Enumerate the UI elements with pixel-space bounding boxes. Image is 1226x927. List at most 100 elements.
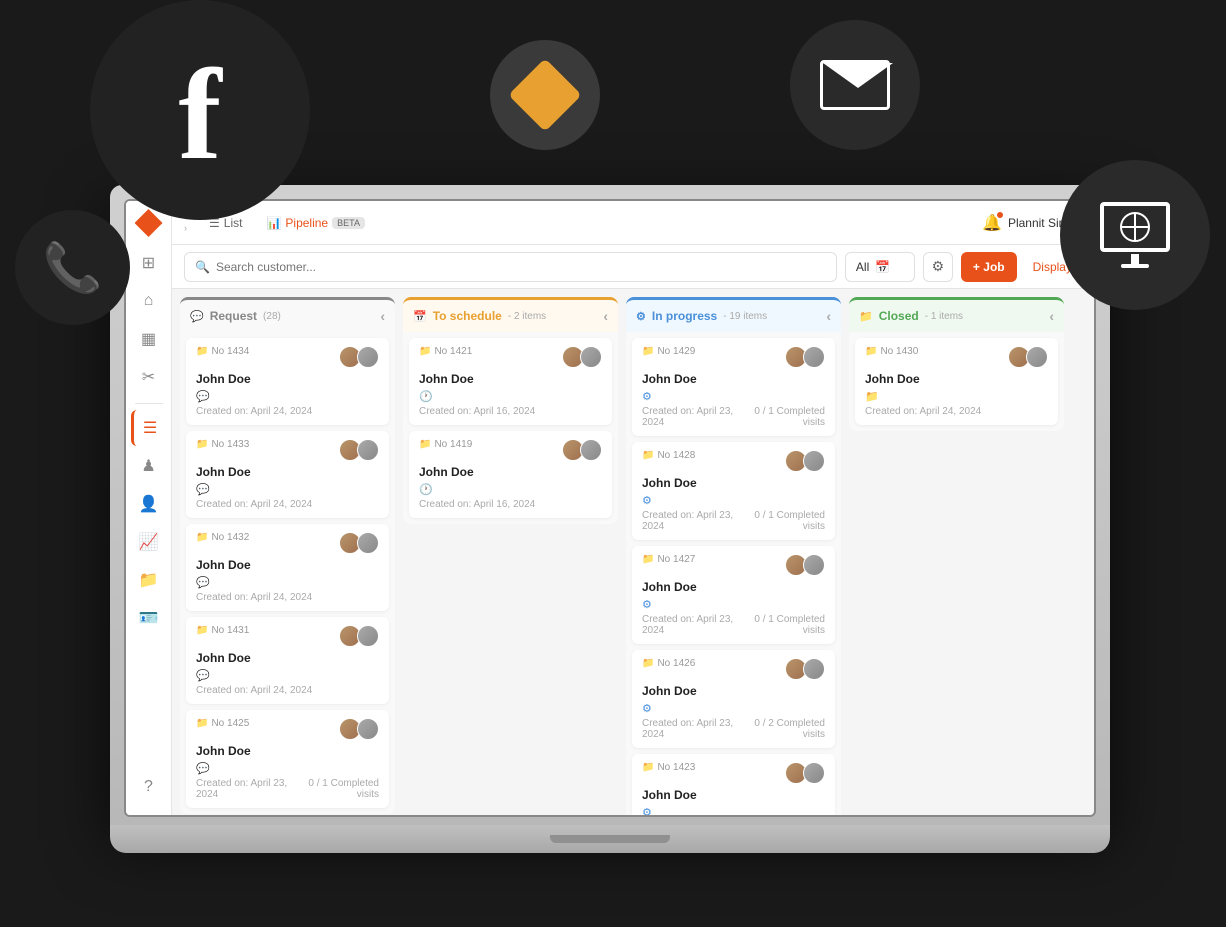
status-progress-icon: ⚙ [642,703,652,715]
col-icon-closed: 📁 [859,310,873,323]
table-row[interactable]: 📁 No 1421John Doe🕐Created on: April 16, … [409,338,612,425]
col-count-to-schedule: - 2 items [508,311,546,322]
add-job-button[interactable]: + Job [961,252,1017,282]
folder-icon: 📁 [865,346,877,357]
filter-button[interactable]: ⚙ [923,252,953,282]
tab-pipeline[interactable]: 📊 Pipeline BETA [256,212,375,234]
sidebar-item-folder[interactable]: 📁 [131,562,167,598]
col-header-to-schedule: 📅 To schedule - 2 items ‹ [403,297,618,332]
status-bubble-icon: 💬 [196,484,210,496]
table-row[interactable]: 📁 No 1434John Doe💬Created on: April 24, … [186,338,389,425]
card-created-date: Created on: April 24, 2024 [196,406,312,417]
card-visits: 0 / 1 Completed visits [296,778,379,800]
notification-bell[interactable]: 🔔 [982,213,1002,233]
table-row[interactable]: 📁 No 1428John Doe⚙Created on: April 23, … [632,442,835,540]
col-collapse-closed[interactable]: ‹ [1049,308,1054,324]
table-row[interactable]: 📁 No 1427John Doe⚙Created on: April 23, … [632,546,835,644]
table-row[interactable]: 📁 No 1433John Doe💬Created on: April 24, … [186,431,389,518]
table-row[interactable]: 📁 No 1419John Doe🕐Created on: April 16, … [409,431,612,518]
folder-icon: 📁 [196,532,208,543]
col-icon-to-schedule: 📅 [413,310,427,323]
table-row[interactable]: 📁 No 1430John Doe📁Created on: April 24, … [855,338,1058,425]
date-filter[interactable]: All 📅 [845,252,915,282]
table-row[interactable]: 📁 No 1431John Doe💬Created on: April 24, … [186,617,389,704]
filter-icon: ⚙ [932,258,945,275]
table-row[interactable]: 📁 No 1423John Doe⚙Created on: April 18, … [632,754,835,815]
card-visits: 0 / 1 Completed visits [742,406,825,428]
table-row[interactable]: 📁 No 1432John Doe💬Created on: April 24, … [186,524,389,611]
sidebar-item-calendar[interactable]: ▦ [131,321,167,357]
kanban-board: 💬Request(28)‹📁 No 1434John Doe💬Created o… [172,289,1094,815]
sidebar-item-users[interactable]: 👤 [131,486,167,522]
status-bubble-icon: 💬 [196,391,210,403]
status-progress-icon: ⚙ [642,495,652,507]
col-icon-request: 💬 [190,310,204,323]
status-closed-icon: 📁 [865,391,879,403]
avatar [580,346,602,368]
status-bubble-icon: 💬 [196,577,210,589]
kanban-col-request: 💬Request(28)‹📁 No 1434John Doe💬Created o… [180,297,395,814]
app-container: ⊞ ⌂ ▦ ✂ ☰ ♟ 👤 📈 📁 🪪 ? [126,201,1094,815]
folder-icon: 📁 [419,439,431,450]
table-row[interactable]: 📁 No 1429John Doe⚙Created on: April 23, … [632,338,835,436]
phone-icon: 📞 [15,210,130,325]
sidebar-item-tools[interactable]: ✂ [131,359,167,395]
email-icon [790,20,920,150]
col-header-closed: 📁Closed- 1 items‹ [849,297,1064,332]
col-label-in-progress: In progress [652,309,717,323]
pipeline-icon: 📊 [266,216,281,230]
main-content: ‹ › ☰ List 📊 Pipeline BETA [172,201,1094,815]
avatar [803,762,825,784]
col-count-in-progress: - 19 items [723,311,767,322]
avatar [357,346,379,368]
avatar [357,718,379,740]
col-icon-in-progress: ⚙ [636,310,646,323]
status-progress-icon: ⚙ [642,807,652,815]
col-collapse-to-schedule[interactable]: ‹ [603,308,608,324]
sidebar-item-grid[interactable]: ⊞ [131,245,167,281]
card-visits: 0 / 1 Completed visits [742,510,825,532]
card-created-date: Created on: April 24, 2024 [196,499,312,510]
avatar [580,439,602,461]
folder-icon: 📁 [196,718,208,729]
card-created-date: Created on: April 24, 2024 [196,685,312,696]
card-created-date: Created on: April 23, 2024 [642,510,742,532]
status-progress-icon: ⚙ [642,599,652,611]
avatar [803,346,825,368]
search-input[interactable] [216,260,826,274]
card-visits: 0 / 1 Completed visits [742,614,825,636]
table-row[interactable]: 📁 No 1426John Doe⚙Created on: April 23, … [632,650,835,748]
card-visits: 0 / 2 Completed visits [742,718,825,740]
top-nav: ‹ › ☰ List 📊 Pipeline BETA [172,201,1094,245]
sidebar-item-chart[interactable]: 📈 [131,524,167,560]
folder-icon: 📁 [419,346,431,357]
table-row[interactable]: 📁 No 1425John Doe💬Created on: April 23, … [186,710,389,808]
folder-icon: 📁 [196,346,208,357]
col-label-request: Request [210,309,257,323]
avatar [357,625,379,647]
laptop-screen: ⊞ ⌂ ▦ ✂ ☰ ♟ 👤 📈 📁 🪪 ? [124,199,1096,817]
card-created-date: Created on: April 23, 2024 [642,614,742,636]
sidebar-item-person[interactable]: ♟ [131,448,167,484]
sidebar-item-help[interactable]: ? [131,769,167,805]
col-collapse-request[interactable]: ‹ [380,308,385,324]
sidebar: ⊞ ⌂ ▦ ✂ ☰ ♟ 👤 📈 📁 🪪 ? [126,201,172,815]
col-header-in-progress: ⚙ In progress - 19 items ‹ [626,297,841,332]
avatar [803,554,825,576]
nav-forward-arrow[interactable]: › [184,223,187,233]
sidebar-logo [135,209,163,237]
search-icon: 🔍 [195,260,210,274]
sidebar-item-idcard[interactable]: 🪪 [131,600,167,636]
sidebar-item-list[interactable]: ☰ [131,410,167,446]
col-cards-in-progress: 📁 No 1429John Doe⚙Created on: April 23, … [626,332,841,815]
col-label-to-schedule: To schedule [433,309,502,323]
status-schedule-icon: 🕐 [419,484,433,496]
folder-icon: 📁 [642,450,654,461]
sidebar-item-home[interactable]: ⌂ [131,283,167,319]
folder-icon: 📁 [196,439,208,450]
col-collapse-in-progress[interactable]: ‹ [826,308,831,324]
folder-icon: 📁 [642,658,654,669]
notification-dot [996,211,1004,219]
calendar-icon: 📅 [875,260,890,274]
kanban-col-in-progress: ⚙ In progress - 19 items ‹ 📁 No 1429John Doe… [626,297,841,815]
